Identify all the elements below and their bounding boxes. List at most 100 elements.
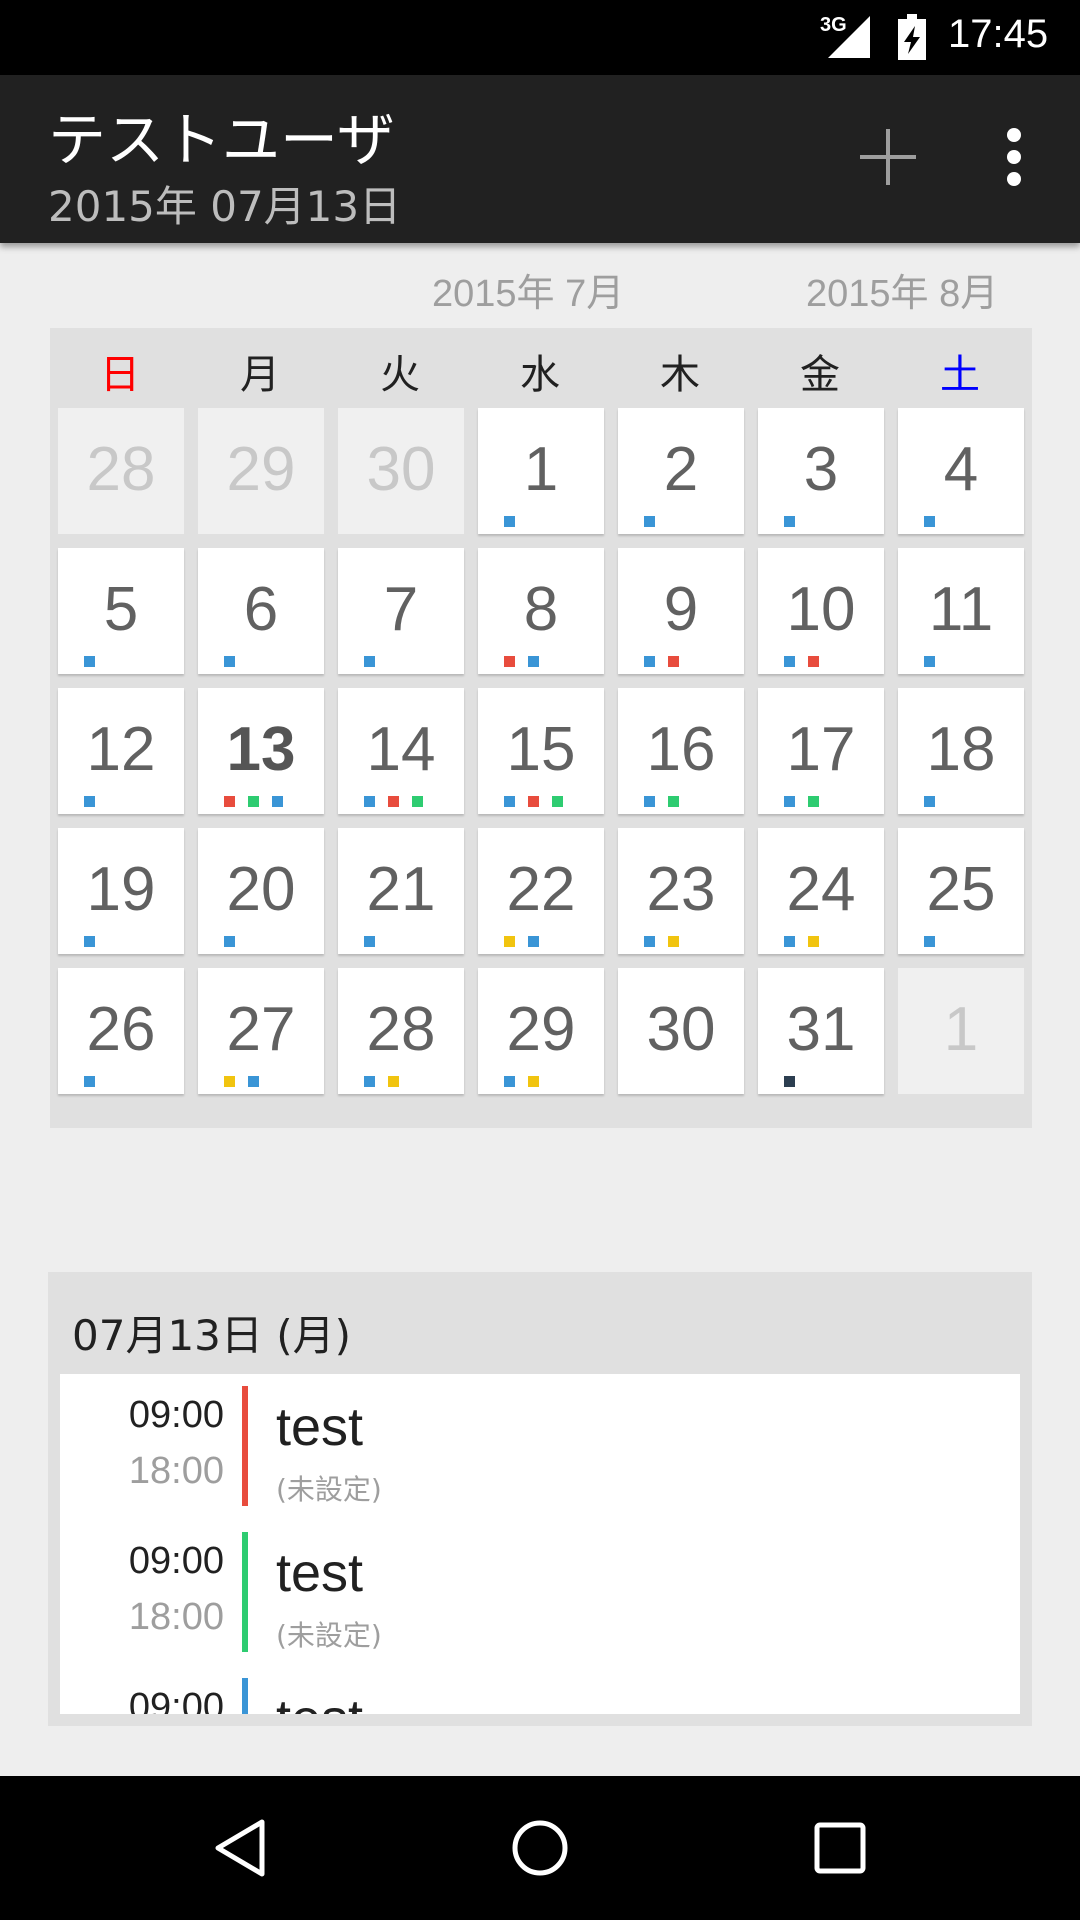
day-cell[interactable]: 31 [758,968,884,1094]
day-number: 14 [366,715,436,784]
day-cell[interactable]: 20 [198,828,324,954]
day-cell[interactable]: 25 [898,828,1024,954]
day-cell[interactable]: 28 [338,968,464,1094]
weekday-label: 水 [520,352,560,398]
day-cell[interactable]: 16 [618,688,744,814]
back-icon[interactable] [210,1816,274,1880]
day-cell[interactable]: 1 [898,968,1024,1094]
day-cell[interactable]: 5 [58,548,184,674]
event-dot [924,656,935,667]
home-icon[interactable] [508,1816,572,1880]
event-dot [224,936,235,947]
event-indicators [364,796,423,807]
weekday-label: 木 [660,352,700,398]
event-item[interactable]: 09:00 test [60,1666,1020,1714]
event-dot [528,1076,539,1087]
event-dot [924,936,935,947]
day-number: 30 [646,995,716,1064]
more-options-button[interactable] [996,125,1032,189]
day-number: 9 [663,575,699,644]
event-list[interactable]: 09:00 18:00 test (未設定) 09:00 18:00 test (未設定) 09… [60,1374,1020,1714]
day-cell[interactable]: 8 [478,548,604,674]
day-cell[interactable]: 3 [758,408,884,534]
event-indicators [224,1076,259,1087]
event-dot [644,656,655,667]
month-label-current[interactable]: 2015年 7月 [432,262,624,317]
event-indicators [644,796,679,807]
day-cell[interactable]: 10 [758,548,884,674]
day-number: 27 [226,995,296,1064]
day-cell[interactable]: 29 [198,408,324,534]
day-number: 28 [86,435,156,504]
selected-date: 2015年 07月13日 [48,182,402,231]
day-cell-today[interactable]: 13 [198,688,324,814]
month-label-next[interactable]: 2015年 8月 [806,262,998,317]
month-calendar: 日月火水木金土 28 29 30 1 2 3 4 5 6 7 8 9 10 11 12 13 14 15 16 17 1… [50,328,1032,1128]
day-number: 20 [226,855,296,924]
status-bar: 3G 17:45 [0,0,1080,75]
day-cell[interactable]: 18 [898,688,1024,814]
event-item[interactable]: 09:00 18:00 test (未設定) [60,1520,1020,1665]
event-dot [644,936,655,947]
event-dot [504,796,515,807]
event-indicators [784,656,819,667]
day-cell[interactable]: 2 [618,408,744,534]
day-number: 28 [366,995,436,1064]
event-indicators [784,1076,795,1087]
day-number: 12 [86,715,156,784]
day-cell[interactable]: 4 [898,408,1024,534]
event-indicators [644,936,679,947]
day-cell[interactable]: 22 [478,828,604,954]
app-title: テストユーザ [48,106,395,174]
day-number: 17 [786,715,856,784]
event-location: (未設定) [276,1473,382,1506]
event-indicators [224,936,235,947]
event-indicators [784,936,819,947]
schedule-date-header: 07月13日 (月) [72,1311,352,1360]
event-dot [364,1076,375,1087]
add-event-button[interactable] [856,125,920,189]
weekday-header: 日月火水木金土 [50,328,1032,406]
day-number: 25 [926,855,996,924]
app-bar: テストユーザ 2015年 07月13日 [0,75,1080,243]
event-indicators [504,936,539,947]
day-cell[interactable]: 30 [618,968,744,1094]
event-indicators [924,796,935,807]
day-cell[interactable]: 21 [338,828,464,954]
day-cell[interactable]: 14 [338,688,464,814]
day-cell[interactable]: 15 [478,688,604,814]
day-cell[interactable]: 29 [478,968,604,1094]
event-dot [808,656,819,667]
day-cell[interactable]: 1 [478,408,604,534]
event-indicators [84,936,95,947]
weekday-label: 土 [940,352,980,398]
event-indicators [364,656,375,667]
event-dot [808,936,819,947]
day-cell[interactable]: 26 [58,968,184,1094]
event-indicators [364,1076,399,1087]
event-indicators [84,796,95,807]
day-cell[interactable]: 28 [58,408,184,534]
day-cell[interactable]: 23 [618,828,744,954]
day-cell[interactable]: 12 [58,688,184,814]
recents-icon[interactable] [808,1816,872,1880]
day-number: 15 [506,715,576,784]
day-cell[interactable]: 7 [338,548,464,674]
event-start-time: 09:00 [128,1394,224,1436]
day-number: 31 [786,995,856,1064]
day-cell[interactable]: 30 [338,408,464,534]
day-cell[interactable]: 6 [198,548,324,674]
event-dot [224,1076,235,1087]
event-title: test [276,1543,364,1603]
event-dot [504,936,515,947]
event-dot [504,1076,515,1087]
day-cell[interactable]: 27 [198,968,324,1094]
day-cell[interactable]: 24 [758,828,884,954]
day-cell[interactable]: 11 [898,548,1024,674]
event-dot [644,516,655,527]
day-cell[interactable]: 9 [618,548,744,674]
day-cell[interactable]: 17 [758,688,884,814]
day-cell[interactable]: 19 [58,828,184,954]
day-number: 18 [926,715,996,784]
event-item[interactable]: 09:00 18:00 test (未設定) [60,1374,1020,1519]
